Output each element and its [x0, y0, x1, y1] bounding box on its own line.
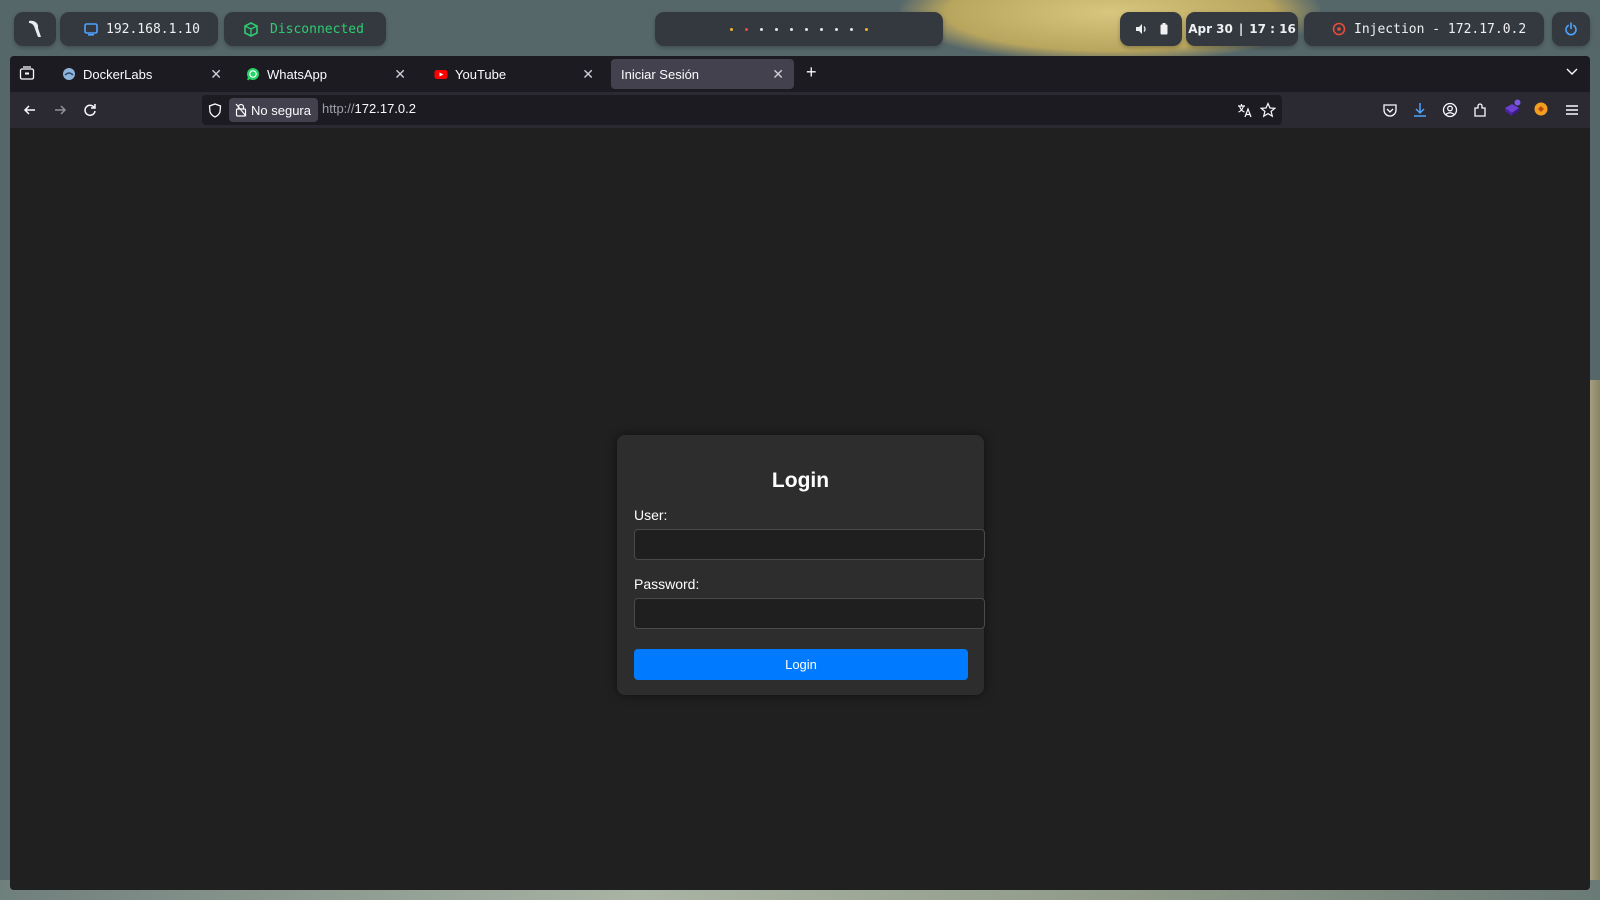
tab-youtube[interactable]: YouTube ✕	[424, 59, 604, 89]
login-title: Login	[771, 469, 830, 492]
browser-window: DockerLabs ✕ WhatsApp ✕ YouTube ✕ Inicia…	[10, 56, 1590, 890]
date-text: Apr 30	[1188, 22, 1233, 36]
workspace-dot[interactable]	[760, 27, 763, 31]
workspace-dot[interactable]	[790, 27, 793, 31]
clock-widget[interactable]: Apr 30 | 17 : 16	[1186, 12, 1298, 46]
workspace-dot[interactable]	[865, 27, 868, 31]
battery-icon	[1160, 23, 1167, 35]
kali-dragon-icon	[29, 20, 41, 37]
url-bar[interactable]: No segura http://172.17.0.2	[202, 95, 1282, 125]
target-widget[interactable]: Injection - 172.17.0.2	[1304, 12, 1544, 46]
launcher-button[interactable]	[14, 12, 56, 46]
url-scheme: http://	[322, 101, 355, 116]
local-ip-widget[interactable]: 192.168.1.10	[60, 12, 218, 46]
tab-label: Iniciar Sesión	[621, 66, 700, 82]
close-tab-icon[interactable]: ✕	[210, 66, 222, 83]
user-input[interactable]	[634, 529, 985, 560]
tracking-shield-icon[interactable]	[208, 103, 222, 118]
user-label: User:	[634, 507, 668, 523]
target-icon	[1332, 22, 1346, 36]
page-content: Login User: Password: Login	[10, 128, 1590, 890]
close-tab-icon[interactable]: ✕	[582, 66, 594, 83]
forward-arrow-icon	[55, 105, 67, 115]
connection-security-badge[interactable]: No segura	[229, 98, 318, 122]
menu-hamburger-icon[interactable]	[1564, 102, 1580, 118]
vpn-status-widget[interactable]: Disconnected	[224, 12, 386, 46]
bookmark-star-icon[interactable]	[1260, 102, 1276, 118]
workspace-dot[interactable]	[820, 27, 823, 31]
pocket-icon[interactable]	[1382, 102, 1398, 118]
tab-whatsapp[interactable]: WhatsApp ✕	[236, 59, 416, 89]
date-separator: |	[1238, 22, 1244, 36]
workspace-dot[interactable]	[745, 27, 748, 31]
extension-orange-icon[interactable]	[1533, 101, 1549, 117]
workspace-dot[interactable]	[805, 27, 808, 31]
reload-icon	[84, 104, 96, 117]
login-card: Login User: Password: Login	[617, 435, 985, 695]
power-button[interactable]	[1552, 12, 1590, 46]
workspace-indicator[interactable]	[655, 12, 943, 46]
extensions-icon[interactable]	[1472, 102, 1488, 118]
tab-label: WhatsApp	[267, 66, 327, 82]
downloads-icon[interactable]	[1412, 102, 1428, 118]
url-host: 172.17.0.2	[354, 101, 416, 116]
dockerlabs-favicon	[63, 68, 75, 80]
security-label: No segura	[251, 102, 311, 118]
tab-label: DockerLabs	[83, 66, 153, 82]
password-label: Password:	[634, 576, 700, 592]
power-icon	[1565, 22, 1577, 36]
volume-icon	[1135, 24, 1146, 34]
tab-bar: DockerLabs ✕ WhatsApp ✕ YouTube ✕ Inicia…	[10, 56, 1590, 92]
target-text: Injection - 172.17.0.2	[1354, 21, 1527, 37]
translate-icon[interactable]	[1237, 103, 1252, 118]
youtube-favicon	[434, 70, 448, 79]
login-button[interactable]: Login	[634, 649, 968, 680]
extension-purple-icon[interactable]	[1502, 99, 1522, 119]
navigation-toolbar: No segura http://172.17.0.2	[10, 92, 1590, 128]
back-button[interactable]	[20, 100, 40, 120]
tab-dockerlabs[interactable]: DockerLabs ✕	[52, 59, 232, 89]
insecure-lock-icon	[235, 103, 247, 117]
back-arrow-icon	[23, 105, 35, 115]
account-icon[interactable]	[1442, 102, 1458, 118]
list-all-tabs-icon[interactable]	[1566, 65, 1578, 77]
url-text[interactable]: http://172.17.0.2	[322, 101, 416, 116]
new-tab-button[interactable]: +	[806, 62, 817, 83]
vpn-status-text: Disconnected	[270, 21, 364, 37]
workspace-dot[interactable]	[835, 27, 838, 31]
workspace-dot[interactable]	[850, 27, 853, 31]
close-tab-icon[interactable]: ✕	[772, 66, 784, 83]
system-tray[interactable]	[1120, 12, 1182, 46]
monitor-icon	[84, 22, 98, 36]
workspace-dot[interactable]	[730, 27, 733, 31]
close-tab-icon[interactable]: ✕	[394, 66, 406, 83]
whatsapp-favicon	[247, 68, 259, 81]
tab-iniciar-sesion[interactable]: Iniciar Sesión ✕	[611, 59, 794, 89]
reload-button[interactable]	[80, 100, 100, 120]
workspace-dot[interactable]	[775, 27, 778, 31]
local-ip-text: 192.168.1.10	[106, 21, 200, 37]
tab-groups-icon[interactable]	[19, 66, 35, 81]
tab-label: YouTube	[455, 66, 507, 82]
forward-button[interactable]	[50, 100, 70, 120]
time-text: 17 : 16	[1249, 22, 1296, 36]
vpn-shield-icon	[244, 21, 258, 37]
password-input[interactable]	[634, 598, 985, 629]
